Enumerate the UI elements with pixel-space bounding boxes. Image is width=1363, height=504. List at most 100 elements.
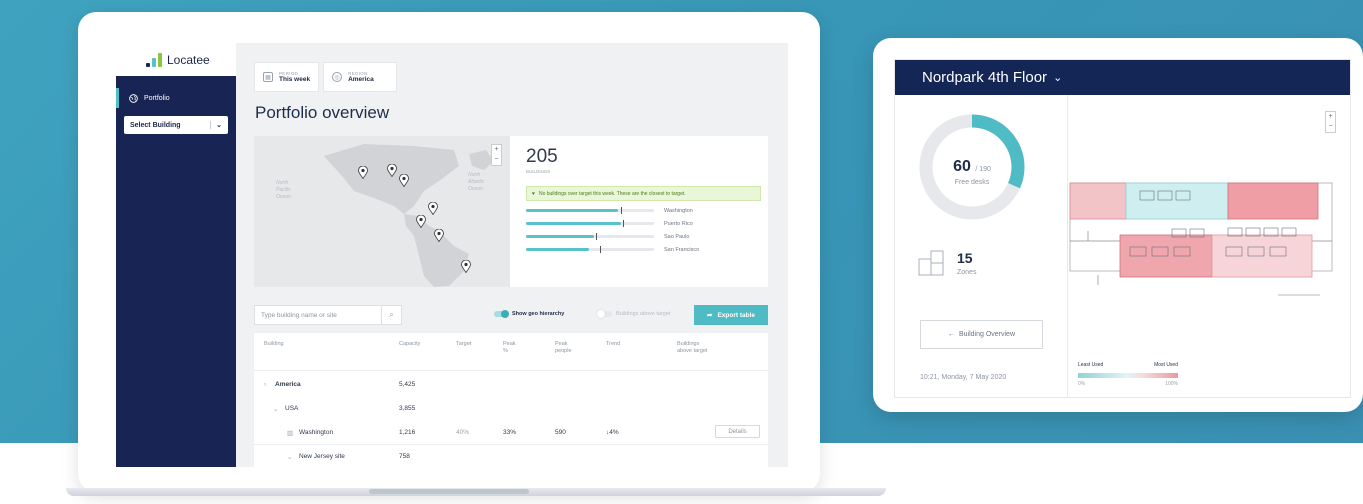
- bar-target-marker: [600, 246, 602, 253]
- chevron-down-icon[interactable]: ⌄: [287, 453, 292, 461]
- bar-label: Puerto Rico: [664, 220, 693, 227]
- map-landmass: North Pacific Ocean North Atlantic Ocean: [276, 144, 494, 287]
- map-pin-icon[interactable]: [428, 202, 438, 215]
- geo-hierarchy-toggle[interactable]: Show geo hierarchy: [494, 310, 565, 318]
- map-pin-icon[interactable]: [461, 260, 471, 273]
- floor-plan[interactable]: [1068, 135, 1351, 315]
- export-table-button[interactable]: ➦ Export table: [694, 305, 768, 325]
- globe-icon: ◎: [332, 72, 343, 82]
- main-content: ▦ PERIOD This week ◎ REGION America Port…: [254, 43, 788, 467]
- logo-icon: [146, 52, 162, 67]
- floor-summary-panel: 60 / 190 Free desks 15 Zones ← Building …: [895, 95, 1068, 397]
- sidebar-item-portfolio[interactable]: Portfolio: [116, 88, 236, 108]
- period-filter[interactable]: ▦ PERIOD This week: [254, 62, 320, 92]
- floor-header[interactable]: Nordpark 4th Floor ⌄: [895, 60, 1350, 95]
- legend-max: 100%: [1165, 381, 1178, 387]
- buildings-table: Building Capacity Target Peak% Peak peopl…: [254, 333, 768, 467]
- bar-label: San Francisco: [664, 246, 700, 253]
- map-label-pacific: North: [276, 180, 288, 186]
- heart-icon: ♥: [532, 190, 535, 197]
- logo-text: Locatee: [167, 52, 210, 67]
- chevron-down-icon[interactable]: ⌄: [1053, 71, 1062, 84]
- tablet-screen: Nordpark 4th Floor ⌄ 60 / 190 Free desks…: [894, 59, 1351, 398]
- map-pin-icon[interactable]: [387, 164, 397, 177]
- table-row[interactable]: › America 5,425: [254, 373, 768, 397]
- bar-fill: [526, 222, 621, 225]
- arrow-left-icon: ←: [947, 331, 955, 338]
- laptop-screen: Locatee Portfolio Select Building ⌄ ▦ PE…: [116, 43, 788, 467]
- row-target: 40%: [456, 429, 470, 436]
- map-label-pacific: Ocean: [276, 194, 291, 200]
- row-capacity: 1,216: [399, 429, 416, 436]
- column-header-capacity[interactable]: Capacity: [399, 341, 420, 348]
- overview-card: North Pacific Ocean North Atlantic Ocean…: [254, 136, 768, 287]
- chevron-down-icon[interactable]: ⌄: [273, 405, 278, 413]
- bar-fill: [526, 248, 589, 251]
- bar-row: Puerto Rico: [526, 220, 761, 227]
- table-row[interactable]: ⌄ New Jersey site 758: [254, 445, 768, 467]
- legend-most-label: Most Used: [1154, 362, 1178, 368]
- usage-legend: Least Used Most Used 0% 100%: [1078, 362, 1178, 387]
- region-filter[interactable]: ◎ REGION America: [323, 62, 397, 92]
- toggle-switch-on[interactable]: [494, 310, 509, 318]
- details-button[interactable]: Details: [715, 425, 760, 438]
- bar-target-marker: [620, 207, 622, 214]
- row-name: New Jersey site: [299, 453, 345, 460]
- map-pin-icon[interactable]: [399, 174, 409, 187]
- logo[interactable]: Locatee: [116, 43, 236, 76]
- building-icon: ▥: [287, 430, 294, 437]
- map-pin-icon[interactable]: [358, 166, 368, 179]
- search-icon[interactable]: ⌕: [381, 306, 401, 324]
- search-input[interactable]: Type building name or site ⌕: [254, 305, 402, 325]
- floor-plan-panel: + − Least Used Most Used 0% 100%: [1068, 95, 1351, 397]
- bar-target-marker: [623, 220, 625, 227]
- row-peak-people: 590: [555, 429, 566, 436]
- toggle-switch-off[interactable]: [597, 310, 612, 318]
- map-pin-icon[interactable]: [434, 229, 444, 242]
- chevron-right-icon[interactable]: ›: [264, 381, 266, 388]
- column-header-target[interactable]: Target: [456, 341, 471, 348]
- row-capacity: 3,855: [399, 405, 416, 412]
- bar-track: [526, 220, 654, 227]
- map-label-atlantic: Ocean: [468, 186, 483, 192]
- target-alert: ♥ No buildings over target this week. Th…: [526, 186, 761, 201]
- select-building-dropdown[interactable]: Select Building ⌄: [124, 116, 228, 134]
- map-label-atlantic: Atlantic: [467, 179, 485, 185]
- map[interactable]: North Pacific Ocean North Atlantic Ocean…: [254, 136, 510, 287]
- toggle-label: Show geo hierarchy: [512, 311, 565, 317]
- zones-label: Zones: [957, 269, 977, 276]
- table-row[interactable]: ⌄ USA 3,855: [254, 397, 768, 421]
- column-header-peak-people[interactable]: Peak people: [555, 341, 572, 355]
- column-header-peak-pct[interactable]: Peak%: [503, 341, 516, 355]
- row-capacity: 5,425: [399, 381, 416, 388]
- bar-label: Washington: [664, 207, 693, 214]
- column-header-trend[interactable]: Trend: [606, 341, 620, 348]
- globe-icon: [129, 93, 138, 103]
- table-row[interactable]: ▥ Washington 1,216 40% 33% 590 ↓4% Detai…: [254, 421, 768, 445]
- zones-icon: [918, 250, 944, 276]
- free-desks-label: Free desks: [954, 179, 990, 186]
- buildings-stats: 205 BUILDINGS ♥ No buildings over target…: [526, 146, 761, 253]
- filter-value: America: [348, 76, 374, 83]
- laptop-notch: [369, 489, 529, 494]
- map-zoom-control[interactable]: + −: [491, 144, 502, 166]
- floorplan-zoom-control[interactable]: + −: [1325, 111, 1336, 133]
- column-header-building[interactable]: Building: [264, 341, 284, 348]
- bar-row: San Francisco: [526, 246, 761, 253]
- row-peak-pct: 33%: [503, 429, 517, 436]
- above-target-toggle[interactable]: Buildings above target: [597, 310, 670, 318]
- share-arrow-icon: ➦: [706, 312, 713, 319]
- bar-label: Sao Paulo: [664, 233, 690, 240]
- map-pin-icon[interactable]: [416, 215, 426, 228]
- bar-track: [526, 207, 654, 214]
- row-name: USA: [285, 405, 299, 412]
- free-desks-count: 60 / 190: [953, 158, 991, 175]
- building-overview-button[interactable]: ← Building Overview: [920, 320, 1043, 349]
- export-label: Export table: [717, 311, 755, 319]
- legend-least-label: Least Used: [1078, 362, 1104, 368]
- timestamp: 10:21, Monday, 7 May 2020: [920, 374, 1007, 381]
- bar-track: [526, 246, 654, 253]
- row-trend: ↓4%: [606, 429, 619, 436]
- closest-to-target-bars: Washington Puerto Rico Sao Paulo San Fra…: [526, 207, 761, 253]
- column-header-above-target[interactable]: Buildings above target: [677, 341, 708, 355]
